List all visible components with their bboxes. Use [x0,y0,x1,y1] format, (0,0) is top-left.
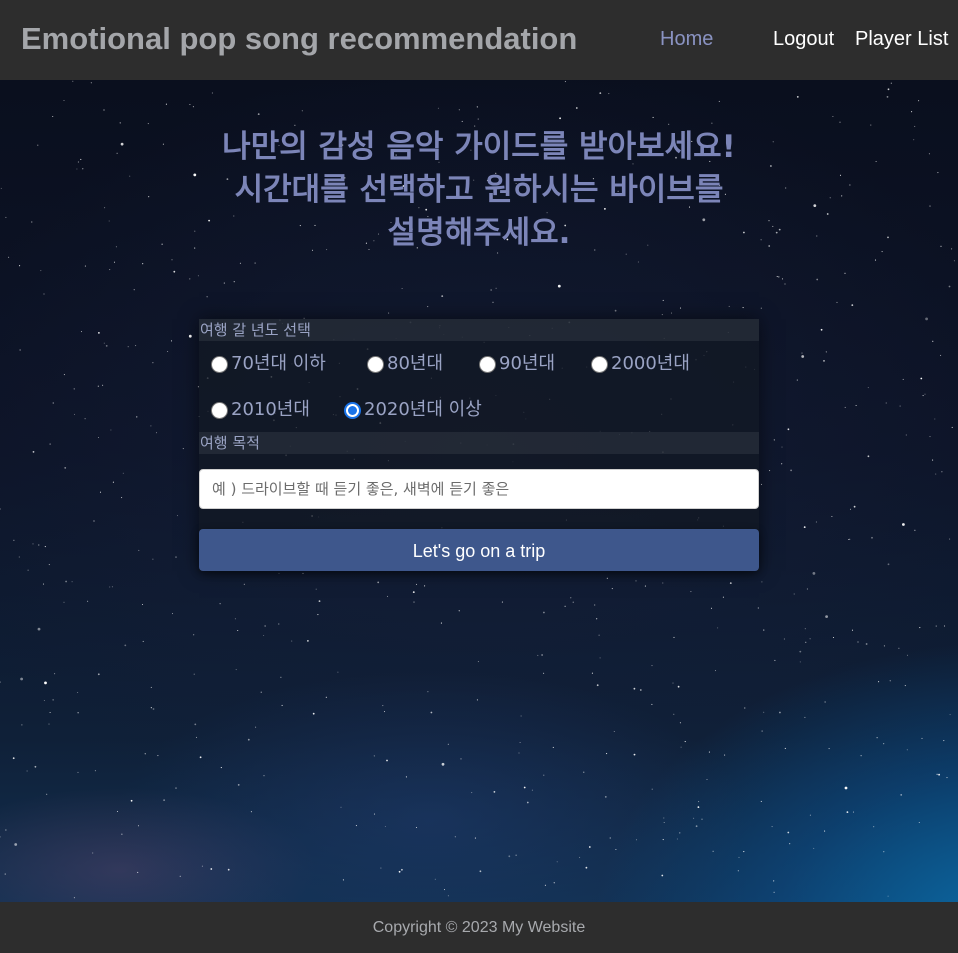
submit-trip-button[interactable]: Let's go on a trip [199,529,759,571]
year-option-label: 80년대 [387,353,444,374]
year-option-2000s[interactable]: 2000년대 [591,353,690,375]
year-option-80s[interactable]: 80년대 [367,353,443,375]
site-header: Emotional pop song recommendation Home L… [0,0,958,80]
radio-button[interactable] [211,401,228,419]
year-option-label: 70년대 이하 [231,353,326,374]
nav-player-list-link[interactable]: Player List [855,28,948,50]
headline-line-3: 설명해주세요. [387,215,571,251]
trip-form: 여행 갈 년도 선택 70년대 이하 80년대 90년대 2000년대 2010… [199,319,759,571]
year-option-2020s[interactable]: 2020년대 이상 [344,399,482,421]
year-option-2010s[interactable]: 2010년대 [211,399,310,421]
headline-line-2: 시간대를 선택하고 원하시는 바이브를 [234,172,724,208]
site-title: Emotional pop song recommendation [21,21,578,56]
radio-button-selected[interactable] [344,401,361,419]
year-option-label: 90년대 [499,353,556,374]
page-headline: 나만의 감성 음악 가이드를 받아보세요! 시간대를 선택하고 원하시는 바이브… [0,126,958,255]
headline-line-1: 나만의 감성 음악 가이드를 받아보세요! [222,129,736,165]
year-option-70s[interactable]: 70년대 이하 [211,353,326,375]
year-option-90s[interactable]: 90년대 [479,353,555,375]
radio-button[interactable] [591,355,608,373]
nav-home-link[interactable]: Home [660,28,713,50]
trip-purpose-input[interactable] [199,469,759,509]
year-select-label: 여행 갈 년도 선택 [199,319,759,341]
site-footer: Copyright © 2023 My Website [0,902,958,953]
copyright-text: Copyright © 2023 My Website [372,919,586,936]
nav-logout-link[interactable]: Logout [773,28,834,50]
trip-purpose-label: 여행 목적 [199,432,759,454]
radio-button[interactable] [367,355,384,373]
year-option-label: 2020년대 이상 [364,399,482,420]
year-option-label: 2010년대 [231,399,310,420]
radio-button[interactable] [479,355,496,373]
radio-button[interactable] [211,355,228,373]
main-section: 나만의 감성 음악 가이드를 받아보세요! 시간대를 선택하고 원하시는 바이브… [0,80,958,902]
year-option-label: 2000년대 [611,353,690,374]
